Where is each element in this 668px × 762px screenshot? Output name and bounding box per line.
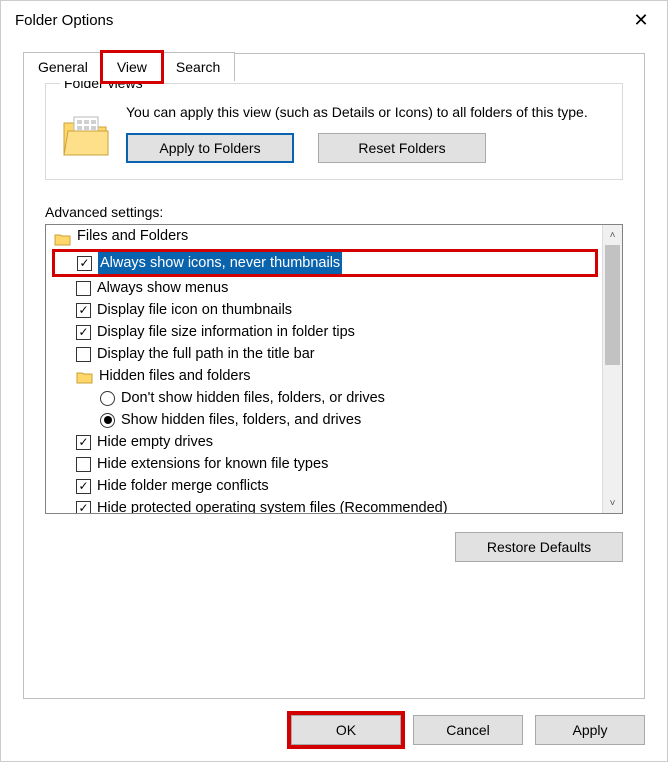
window-title: Folder Options — [15, 12, 113, 29]
folder-icon — [76, 369, 93, 384]
ok-button[interactable]: OK — [291, 715, 401, 745]
tree-item-display-file-icon[interactable]: Display file icon on thumbnails — [54, 299, 598, 321]
tree-group-files-and-folders: Files and Folders — [54, 227, 598, 249]
tab-view-content: Folder views You can apply this view (su… — [23, 53, 645, 699]
tab-view[interactable]: View — [102, 52, 162, 82]
checkbox-icon[interactable] — [76, 479, 91, 494]
scrollbar[interactable]: ˄ ˅ — [602, 225, 622, 513]
cancel-button[interactable]: Cancel — [413, 715, 523, 745]
checkbox-icon[interactable] — [76, 303, 91, 318]
advanced-settings-label: Advanced settings: — [45, 204, 623, 220]
scroll-up-icon[interactable]: ˄ — [603, 225, 622, 245]
tree-item-hide-protected-os-files[interactable]: Hide protected operating system files (R… — [54, 497, 598, 513]
reset-folders-button[interactable]: Reset Folders — [318, 133, 486, 163]
advanced-settings-tree: Files and Folders Always show icons, nev… — [45, 224, 623, 514]
tree-group-hidden-files: Hidden files and folders — [54, 365, 598, 387]
scroll-track[interactable] — [603, 245, 622, 493]
tree-item-hide-merge-conflicts[interactable]: Hide folder merge conflicts — [54, 475, 598, 497]
apply-button[interactable]: Apply — [535, 715, 645, 745]
restore-defaults-button[interactable]: Restore Defaults — [455, 532, 623, 562]
tree-item-show-hidden[interactable]: Show hidden files, folders, and drives — [54, 409, 598, 431]
scroll-thumb[interactable] — [605, 245, 620, 365]
scroll-down-icon[interactable]: ˅ — [603, 493, 622, 513]
checkbox-icon[interactable] — [76, 501, 91, 514]
checkbox-icon[interactable] — [76, 435, 91, 450]
radio-icon[interactable] — [100, 413, 115, 428]
tab-search[interactable]: Search — [161, 52, 235, 81]
tree-item-hide-empty-drives[interactable]: Hide empty drives — [54, 431, 598, 453]
folder-icon — [60, 109, 112, 161]
apply-to-folders-button[interactable]: Apply to Folders — [126, 133, 294, 163]
tree-item-dont-show-hidden[interactable]: Don't show hidden files, folders, or dri… — [54, 387, 598, 409]
checkbox-icon[interactable] — [76, 457, 91, 472]
folder-icon — [54, 231, 71, 246]
tab-general[interactable]: General — [23, 52, 103, 81]
radio-icon[interactable] — [100, 391, 115, 406]
titlebar: Folder Options ✕ — [1, 1, 667, 39]
tree-item-hide-extensions[interactable]: Hide extensions for known file types — [54, 453, 598, 475]
folder-options-dialog: Folder Options ✕ General View Search Fol… — [0, 0, 668, 762]
checkbox-icon[interactable] — [76, 325, 91, 340]
tree-item-always-show-menus[interactable]: Always show menus — [54, 277, 598, 299]
folder-views-description: You can apply this view (such as Details… — [126, 103, 608, 121]
checkbox-icon[interactable] — [77, 256, 92, 271]
checkbox-icon[interactable] — [76, 281, 91, 296]
dialog-buttons: OK Cancel Apply — [291, 715, 645, 745]
tree-item-always-show-icons[interactable]: Always show icons, never thumbnails — [52, 249, 598, 277]
tree-item-display-full-path[interactable]: Display the full path in the title bar — [54, 343, 598, 365]
close-icon[interactable]: ✕ — [627, 6, 655, 34]
tree-item-display-file-size[interactable]: Display file size information in folder … — [54, 321, 598, 343]
checkbox-icon[interactable] — [76, 347, 91, 362]
folder-views-group: Folder views You can apply this view (su… — [45, 75, 623, 180]
